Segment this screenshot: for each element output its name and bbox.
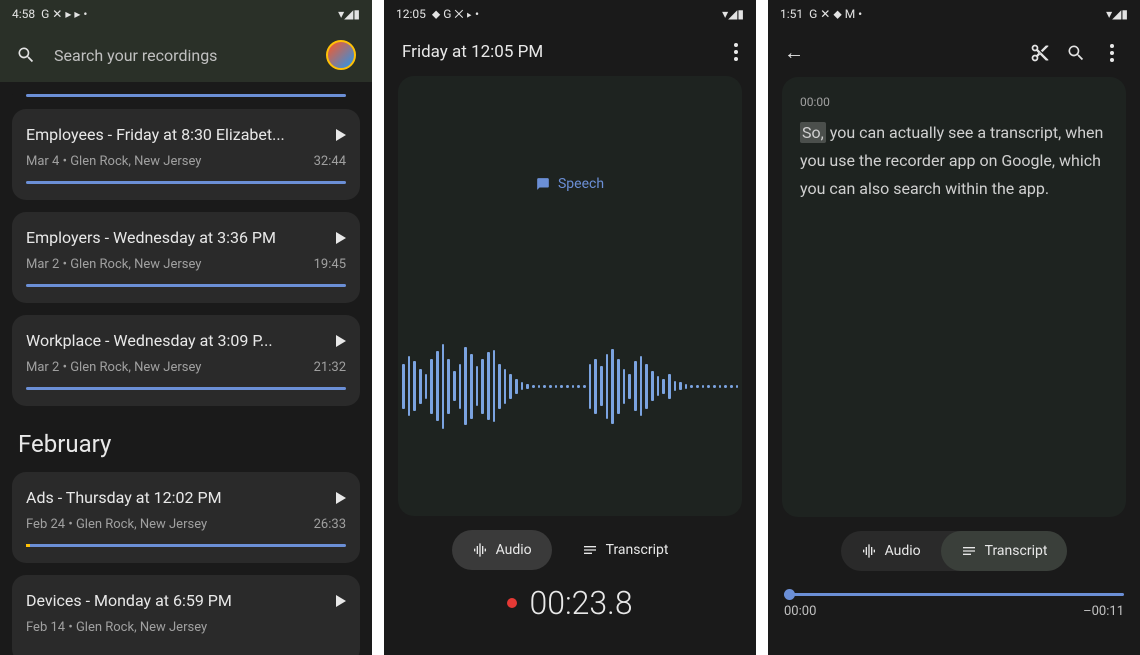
recording-meta: Mar 2 • Glen Rock, New Jersey <box>26 360 201 375</box>
recording-card[interactable]: Employers - Wednesday at 3:36 PM Mar 2 •… <box>12 212 360 303</box>
view-toggle: Audio Transcript <box>452 530 689 570</box>
play-icon[interactable] <box>336 129 346 141</box>
recording-timer: 00:23.8 <box>529 584 632 622</box>
speech-badge: Speech <box>536 176 604 192</box>
waveform <box>398 326 742 446</box>
recording-title: Employers - Wednesday at 3:36 PM <box>26 228 276 247</box>
recording-card[interactable]: Workplace - Wednesday at 3:09 P... Mar 2… <box>12 315 360 406</box>
recording-title: Employees - Friday at 8:30 Elizabet... <box>26 125 285 144</box>
recording-meta: Feb 24 • Glen Rock, New Jersey <box>26 517 207 532</box>
search-placeholder: Search your recordings <box>54 46 308 65</box>
play-icon[interactable] <box>336 595 346 607</box>
recording-dot-icon <box>507 598 517 608</box>
status-time: 4:58 <box>12 7 35 21</box>
time-end: –00:11 <box>1083 604 1124 619</box>
month-divider: February <box>12 418 360 472</box>
recordings-list-screen: 4:58 G ✕ ▸ ▸ • ▾◢▮ Search your recording… <box>0 0 372 655</box>
progress-bar <box>26 284 346 287</box>
scrub-bar-area: 00:00 –00:11 <box>768 585 1140 627</box>
audio-tab[interactable]: Audio <box>841 531 941 571</box>
recording-meta: Feb 14 • Glen Rock, New Jersey <box>26 620 207 635</box>
recording-duration: 19:45 <box>314 257 346 272</box>
transcript-screen: 1:51 G ✕ ⬥ M • ▾◢▮ ← 00:00 So, you can a… <box>768 0 1140 655</box>
time-start: 00:00 <box>784 604 816 619</box>
wifi-icon: ▾◢▮ <box>1106 7 1128 21</box>
search-icon <box>16 45 36 65</box>
transcript-highlight: So, <box>800 122 826 143</box>
transcript-icon <box>582 542 598 558</box>
recording-title: Workplace - Wednesday at 3:09 P... <box>26 331 273 350</box>
more-icon[interactable] <box>1100 41 1124 65</box>
recording-duration: 32:44 <box>314 154 346 169</box>
speech-icon <box>536 177 550 191</box>
scrub-bar[interactable] <box>784 593 1124 596</box>
progress-bar <box>26 181 346 184</box>
status-bar: 1:51 G ✕ ⬥ M • ▾◢▮ <box>768 0 1140 28</box>
transcript-panel: 00:00 So, you can actually see a transcr… <box>782 77 1126 517</box>
status-icon: G ✕ ▸ ▸ • <box>41 7 87 21</box>
transcript-header: ← <box>768 28 1140 77</box>
recording-screen: 12:05 ⬥ G ✕ ▸ • ▾◢▮ Friday at 12:05 PM S… <box>384 0 756 655</box>
status-icon: ⬥ G ✕ ▸ • <box>432 7 479 22</box>
scissors-icon[interactable] <box>1028 41 1052 65</box>
recording-title: Ads - Thursday at 12:02 PM <box>26 488 222 507</box>
recording-timer-row: 00:23.8 <box>384 584 756 622</box>
transcript-text: So, you can actually see a transcript, w… <box>800 119 1108 203</box>
transcript-tab[interactable]: Transcript <box>941 531 1068 571</box>
recording-card-partial[interactable] <box>12 90 360 97</box>
recording-title: Devices - Monday at 6:59 PM <box>26 591 232 610</box>
progress-bar <box>26 544 346 547</box>
transcript-tab[interactable]: Transcript <box>562 530 689 570</box>
audio-tab[interactable]: Audio <box>452 530 552 570</box>
wifi-icon: ▾◢▮ <box>338 7 360 21</box>
transcript-timestamp: 00:00 <box>800 95 1108 109</box>
progress-bar <box>26 387 346 390</box>
profile-avatar[interactable] <box>326 40 356 70</box>
search-icon[interactable] <box>1064 41 1088 65</box>
recording-card[interactable]: Devices - Monday at 6:59 PM Feb 14 • Gle… <box>12 575 360 655</box>
view-toggle: Audio Transcript <box>841 531 1068 571</box>
recording-card[interactable]: Employees - Friday at 8:30 Elizabet... M… <box>12 109 360 200</box>
search-bar[interactable]: Search your recordings <box>0 28 372 82</box>
audio-icon <box>861 543 877 559</box>
recordings-list: Employees - Friday at 8:30 Elizabet... M… <box>0 82 372 655</box>
play-icon[interactable] <box>336 335 346 347</box>
status-time: 12:05 <box>396 7 426 21</box>
status-icon: G ✕ ⬥ M • <box>809 7 862 22</box>
recording-meta: Mar 4 • Glen Rock, New Jersey <box>26 154 201 169</box>
more-icon[interactable] <box>734 43 738 61</box>
waveform-panel: Speech <box>398 76 742 516</box>
scrub-labels: 00:00 –00:11 <box>784 604 1124 619</box>
play-icon[interactable] <box>336 232 346 244</box>
transcript-icon <box>961 543 977 559</box>
recording-header: Friday at 12:05 PM <box>384 28 756 76</box>
recording-title: Friday at 12:05 PM <box>402 42 543 62</box>
status-bar: 12:05 ⬥ G ✕ ▸ • ▾◢▮ <box>384 0 756 28</box>
status-time: 1:51 <box>780 7 803 21</box>
recording-duration: 26:33 <box>314 517 346 532</box>
recording-duration: 21:32 <box>314 360 346 375</box>
status-bar: 4:58 G ✕ ▸ ▸ • ▾◢▮ <box>0 0 372 28</box>
audio-icon <box>472 542 488 558</box>
scrub-thumb[interactable] <box>784 589 795 600</box>
play-icon[interactable] <box>336 492 346 504</box>
recording-card[interactable]: Ads - Thursday at 12:02 PM Feb 24 • Glen… <box>12 472 360 563</box>
back-icon[interactable]: ← <box>784 40 804 65</box>
recording-meta: Mar 2 • Glen Rock, New Jersey <box>26 257 201 272</box>
wifi-icon: ▾◢▮ <box>722 7 744 21</box>
